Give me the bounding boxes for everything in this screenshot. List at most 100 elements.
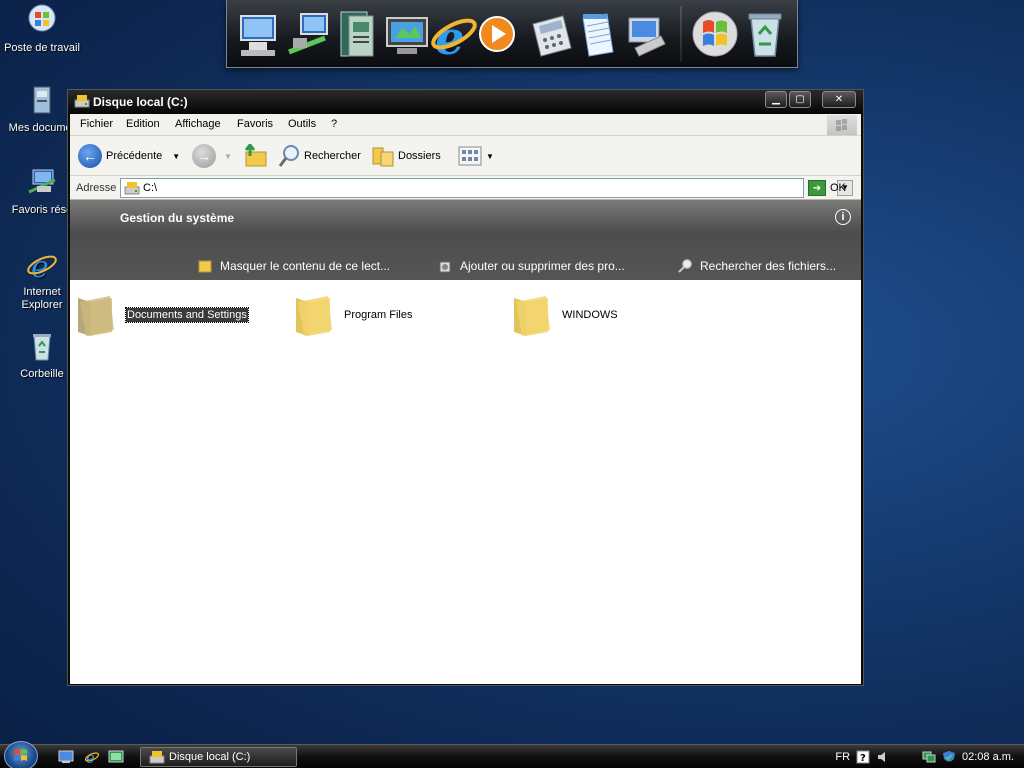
folder-small-icon	[198, 260, 212, 273]
go-button[interactable]: ➔ OK	[808, 180, 846, 196]
task-hide-contents[interactable]: Masquer le contenu de ce lect...	[198, 259, 390, 273]
task-label: Rechercher des fichiers...	[700, 259, 837, 273]
minimize-button[interactable]: ▁	[765, 91, 787, 108]
system-tray: FR ? 02:08 a.m.	[835, 745, 1024, 768]
search-label: Rechercher	[304, 150, 361, 162]
calculator-icon[interactable]	[527, 8, 577, 60]
system-tasks-pane: Gestion du système i Masquer le contenu …	[70, 200, 861, 280]
help-icon[interactable]: ?	[856, 750, 870, 764]
menu-bar: Fichier Edition Affichage Favoris Outils…	[70, 114, 861, 136]
internet-explorer-icon: e	[25, 248, 59, 285]
internet-explorer-icon[interactable]: e	[84, 749, 100, 767]
back-arrow-icon: ←	[78, 144, 102, 168]
task-label: Ajouter ou supprimer des pro...	[460, 259, 625, 273]
views-dropdown-icon: ▼	[486, 151, 494, 161]
show-desktop-icon[interactable]	[58, 749, 74, 765]
folder-label: Documents and Settings	[125, 307, 249, 323]
go-arrow-icon: ➔	[808, 180, 826, 196]
menu-outils[interactable]: Outils	[288, 118, 316, 130]
start-button[interactable]	[4, 741, 38, 768]
folder-documents-and-settings[interactable]: Documents and Settings	[76, 292, 249, 338]
folders-icon	[372, 147, 394, 167]
menu-affichage[interactable]: Affichage	[175, 118, 221, 130]
folder-windows[interactable]: WINDOWS	[512, 292, 618, 338]
drive-icon	[74, 94, 90, 108]
folders-label: Dossiers	[398, 150, 441, 162]
computer-icon	[25, 4, 59, 38]
documents-icon	[25, 84, 59, 118]
task-label: Masquer le contenu de ce lect...	[220, 259, 391, 273]
search-small-icon	[678, 259, 692, 273]
address-label: Adresse	[76, 182, 117, 194]
control-panel-icon[interactable]	[621, 8, 671, 60]
go-label: OK	[830, 182, 846, 194]
toolbar: ← Précédente ▼ → ▼ Rechercher Dossiers ▼	[70, 136, 861, 176]
forward-arrow-icon: →	[192, 144, 216, 168]
network-status-icon[interactable]	[922, 750, 936, 764]
task-add-remove-programs[interactable]: Ajouter ou supprimer des pro...	[438, 259, 625, 273]
media-player-icon[interactable]	[475, 8, 525, 60]
network-places-icon	[25, 166, 59, 200]
address-input[interactable]: C:\ ▼	[120, 178, 853, 198]
windows-logo-icon[interactable]	[691, 8, 741, 60]
folder-program-files[interactable]: Program Files	[294, 292, 412, 338]
documents-icon[interactable]	[333, 8, 383, 60]
programs-icon	[439, 261, 451, 273]
folder-icon	[78, 296, 114, 336]
desktop-icon-poste-de-travail[interactable]: Poste de travail	[2, 4, 82, 55]
taskbar-button-disque-local[interactable]: Disque local (C:)	[140, 747, 297, 767]
dock: e	[226, 0, 798, 68]
language-indicator[interactable]: FR	[835, 751, 850, 763]
recycle-bin-icon	[25, 330, 59, 364]
menu-favoris[interactable]: Favoris	[237, 118, 273, 130]
network-icon[interactable]	[108, 749, 124, 765]
back-label: Précédente	[106, 150, 163, 162]
explorer-window: Disque local (C:) ▁ ▢ ✕ Fichier Edition …	[67, 89, 864, 686]
windows-logo-icon	[14, 749, 27, 761]
taskpane-heading: Gestion du système	[120, 211, 235, 225]
notepad-icon[interactable]	[573, 8, 623, 60]
menu-edition[interactable]: Edition	[126, 118, 160, 130]
info-icon[interactable]: i	[835, 209, 851, 225]
internet-explorer-icon[interactable]: e	[429, 8, 479, 65]
address-bar: Adresse C:\ ▼ ➔ OK	[70, 176, 861, 200]
folder-icon	[514, 296, 550, 336]
task-search-files[interactable]: Rechercher des fichiers...	[678, 259, 836, 273]
taskbar: e Disque local (C:) FR ? 02:08 a.m.	[0, 741, 1024, 768]
recycle-bin-icon[interactable]	[741, 8, 791, 60]
windows-flag-icon	[827, 115, 857, 135]
forward-button[interactable]: → ▼	[192, 144, 232, 168]
drive-icon	[149, 751, 165, 764]
computer-icon[interactable]	[235, 8, 285, 60]
back-dropdown-icon[interactable]: ▼	[172, 152, 180, 161]
search-button[interactable]: Rechercher	[278, 144, 361, 168]
file-list: Documents and Settings Program Files WIN…	[70, 280, 861, 684]
svg-text:?: ?	[860, 753, 866, 764]
maximize-button[interactable]: ▢	[789, 91, 811, 108]
svg-text:e: e	[31, 250, 49, 282]
monitor-icon[interactable]	[383, 8, 433, 60]
views-icon	[458, 146, 482, 166]
views-button[interactable]: ▼	[458, 144, 494, 168]
clock[interactable]: 02:08 a.m.	[962, 751, 1014, 763]
security-shield-icon[interactable]	[942, 750, 956, 764]
window-title: Disque local (C:)	[93, 95, 188, 109]
title-bar[interactable]: Disque local (C:) ▁ ▢ ✕	[68, 90, 863, 114]
svg-text:e: e	[86, 749, 95, 765]
up-folder-button[interactable]	[242, 144, 268, 168]
folder-label: WINDOWS	[562, 309, 618, 321]
folder-icon	[296, 296, 332, 336]
dock-separator	[680, 6, 682, 62]
folders-button[interactable]: Dossiers	[372, 144, 441, 168]
menu-fichier[interactable]: Fichier	[80, 118, 113, 130]
desktop-icon-label: Poste de travail	[4, 42, 80, 54]
close-button[interactable]: ✕	[822, 91, 856, 108]
menu-help[interactable]: ?	[331, 118, 337, 130]
back-button[interactable]: ← Précédente ▼	[78, 144, 180, 168]
address-value: C:\	[143, 182, 158, 194]
up-folder-icon	[244, 144, 267, 167]
forward-dropdown-icon: ▼	[224, 151, 232, 161]
network-icon[interactable]	[285, 8, 335, 60]
speaker-icon[interactable]	[876, 750, 890, 764]
folder-label: Program Files	[344, 309, 413, 321]
